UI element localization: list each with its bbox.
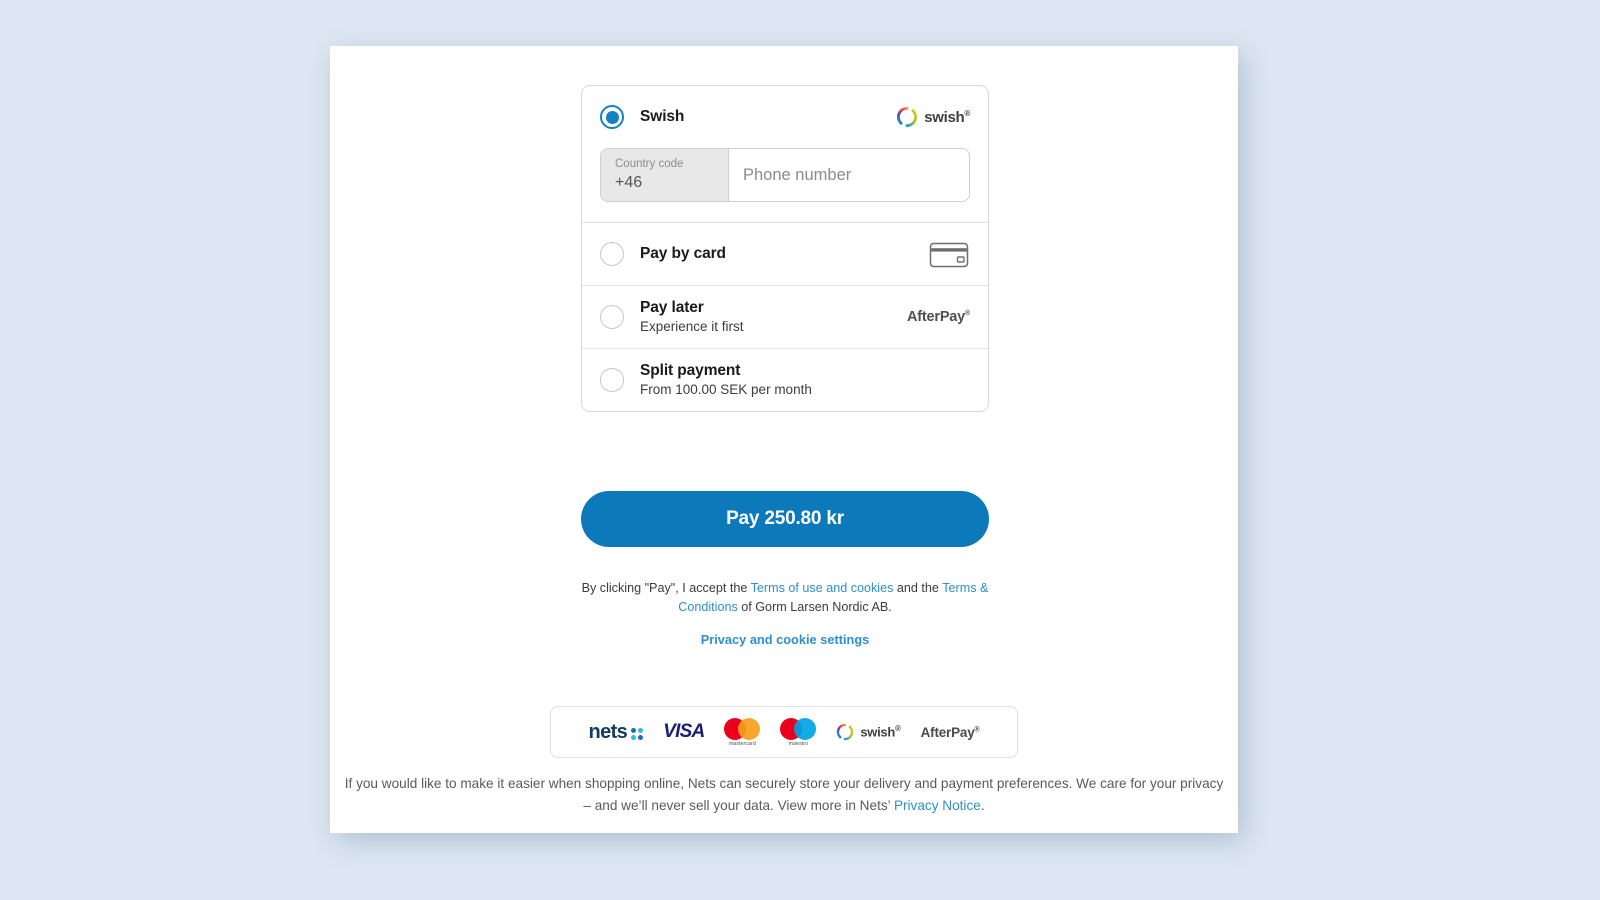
payment-method-card-text: Pay by card xyxy=(640,244,918,263)
payment-method-split-subtitle: From 100.00 SEK per month xyxy=(640,382,812,398)
afterpay-wordmark: AfterPay® xyxy=(906,309,970,325)
legal-suffix: of Gorm Larsen Nordic AB. xyxy=(737,599,892,614)
terms-of-use-link[interactable]: Terms of use and cookies xyxy=(751,581,894,595)
radio-split-payment[interactable] xyxy=(600,368,624,392)
payment-method-swish-header[interactable]: Swish swish® xyxy=(600,86,970,148)
payment-brand-badges: nets VISA mastercard maestro swish® Afte… xyxy=(550,706,1018,758)
payment-method-swish[interactable]: Swish swish® Country code +46 Phone numb… xyxy=(582,86,988,223)
radio-swish[interactable] xyxy=(600,105,624,129)
footer-note-period: . xyxy=(980,798,985,814)
maestro-circles-icon xyxy=(780,717,817,740)
footer-note-text: If you would like to make it easier when… xyxy=(344,776,1224,814)
payment-method-pay-later-header[interactable]: Pay later Experience it first AfterPay® xyxy=(600,286,970,348)
legal-middle: and the xyxy=(893,581,943,595)
payment-method-split-header[interactable]: Split payment From 100.00 SEK per month xyxy=(600,349,970,411)
afterpay-badge-logo: AfterPay® xyxy=(920,724,980,740)
swish-logo: swish® xyxy=(896,106,970,128)
payment-method-card-title: Pay by card xyxy=(640,245,726,263)
privacy-notice-link[interactable]: Privacy Notice xyxy=(894,798,981,813)
phone-number-field[interactable]: Phone number xyxy=(729,149,969,201)
payment-method-pay-later-title: Pay later xyxy=(640,298,704,316)
credit-card-glyph xyxy=(929,242,969,268)
swish-badge-wordmark: swish® xyxy=(860,724,901,740)
payment-method-split-text: Split payment From 100.00 SEK per month xyxy=(640,361,970,400)
phone-number-placeholder: Phone number xyxy=(743,165,852,184)
country-code-field[interactable]: Country code +46 xyxy=(601,149,729,201)
payment-method-swish-text: Swish xyxy=(640,107,886,126)
privacy-and-cookie-settings-link[interactable]: Privacy and cookie settings xyxy=(577,632,993,647)
payment-method-split[interactable]: Split payment From 100.00 SEK per month xyxy=(582,349,988,411)
pay-button[interactable]: Pay 250.80 kr xyxy=(581,491,989,547)
checkout-panel: Swish swish® Country code +46 Phone numb… xyxy=(330,46,1238,833)
nets-dots-icon xyxy=(631,728,644,742)
radio-pay-later[interactable] xyxy=(600,305,624,329)
payment-method-split-title: Split payment xyxy=(640,361,741,379)
swish-badge-logo: swish® xyxy=(836,723,901,741)
country-code-value: +46 xyxy=(615,174,643,192)
payment-method-swish-title: Swish xyxy=(640,108,685,126)
mastercard-logo: mastercard xyxy=(724,717,761,747)
payment-method-pay-later-subtitle: Experience it first xyxy=(640,319,744,335)
payment-method-pay-later[interactable]: Pay later Experience it first AfterPay® xyxy=(582,286,988,349)
visa-logo: VISA xyxy=(663,721,705,742)
mastercard-circles-icon xyxy=(724,717,761,740)
footer-privacy-note: If you would like to make it easier when… xyxy=(344,773,1224,817)
maestro-caption: maestro xyxy=(788,740,809,747)
swish-wordmark: swish® xyxy=(924,108,970,126)
payment-method-pay-later-text: Pay later Experience it first xyxy=(640,298,897,337)
payment-methods-card: Swish swish® Country code +46 Phone numb… xyxy=(581,85,989,412)
radio-card[interactable] xyxy=(600,242,624,266)
credit-card-icon xyxy=(928,239,970,269)
legal-text: By clicking "Pay", I accept the Terms of… xyxy=(577,579,993,617)
country-code-label: Country code xyxy=(615,158,684,170)
afterpay-logo: AfterPay® xyxy=(907,309,970,325)
legal-prefix: By clicking "Pay", I accept the xyxy=(581,581,751,595)
swish-badge-ring-icon xyxy=(837,723,854,741)
maestro-logo: maestro xyxy=(780,717,817,747)
payment-method-card[interactable]: Pay by card xyxy=(582,223,988,286)
mastercard-caption: mastercard xyxy=(728,740,756,747)
phone-input-group[interactable]: Country code +46 Phone number xyxy=(600,148,970,202)
nets-logo: nets xyxy=(588,721,644,743)
swish-ring-icon xyxy=(897,106,918,128)
payment-method-card-header[interactable]: Pay by card xyxy=(600,223,970,285)
nets-wordmark: nets xyxy=(588,721,628,743)
